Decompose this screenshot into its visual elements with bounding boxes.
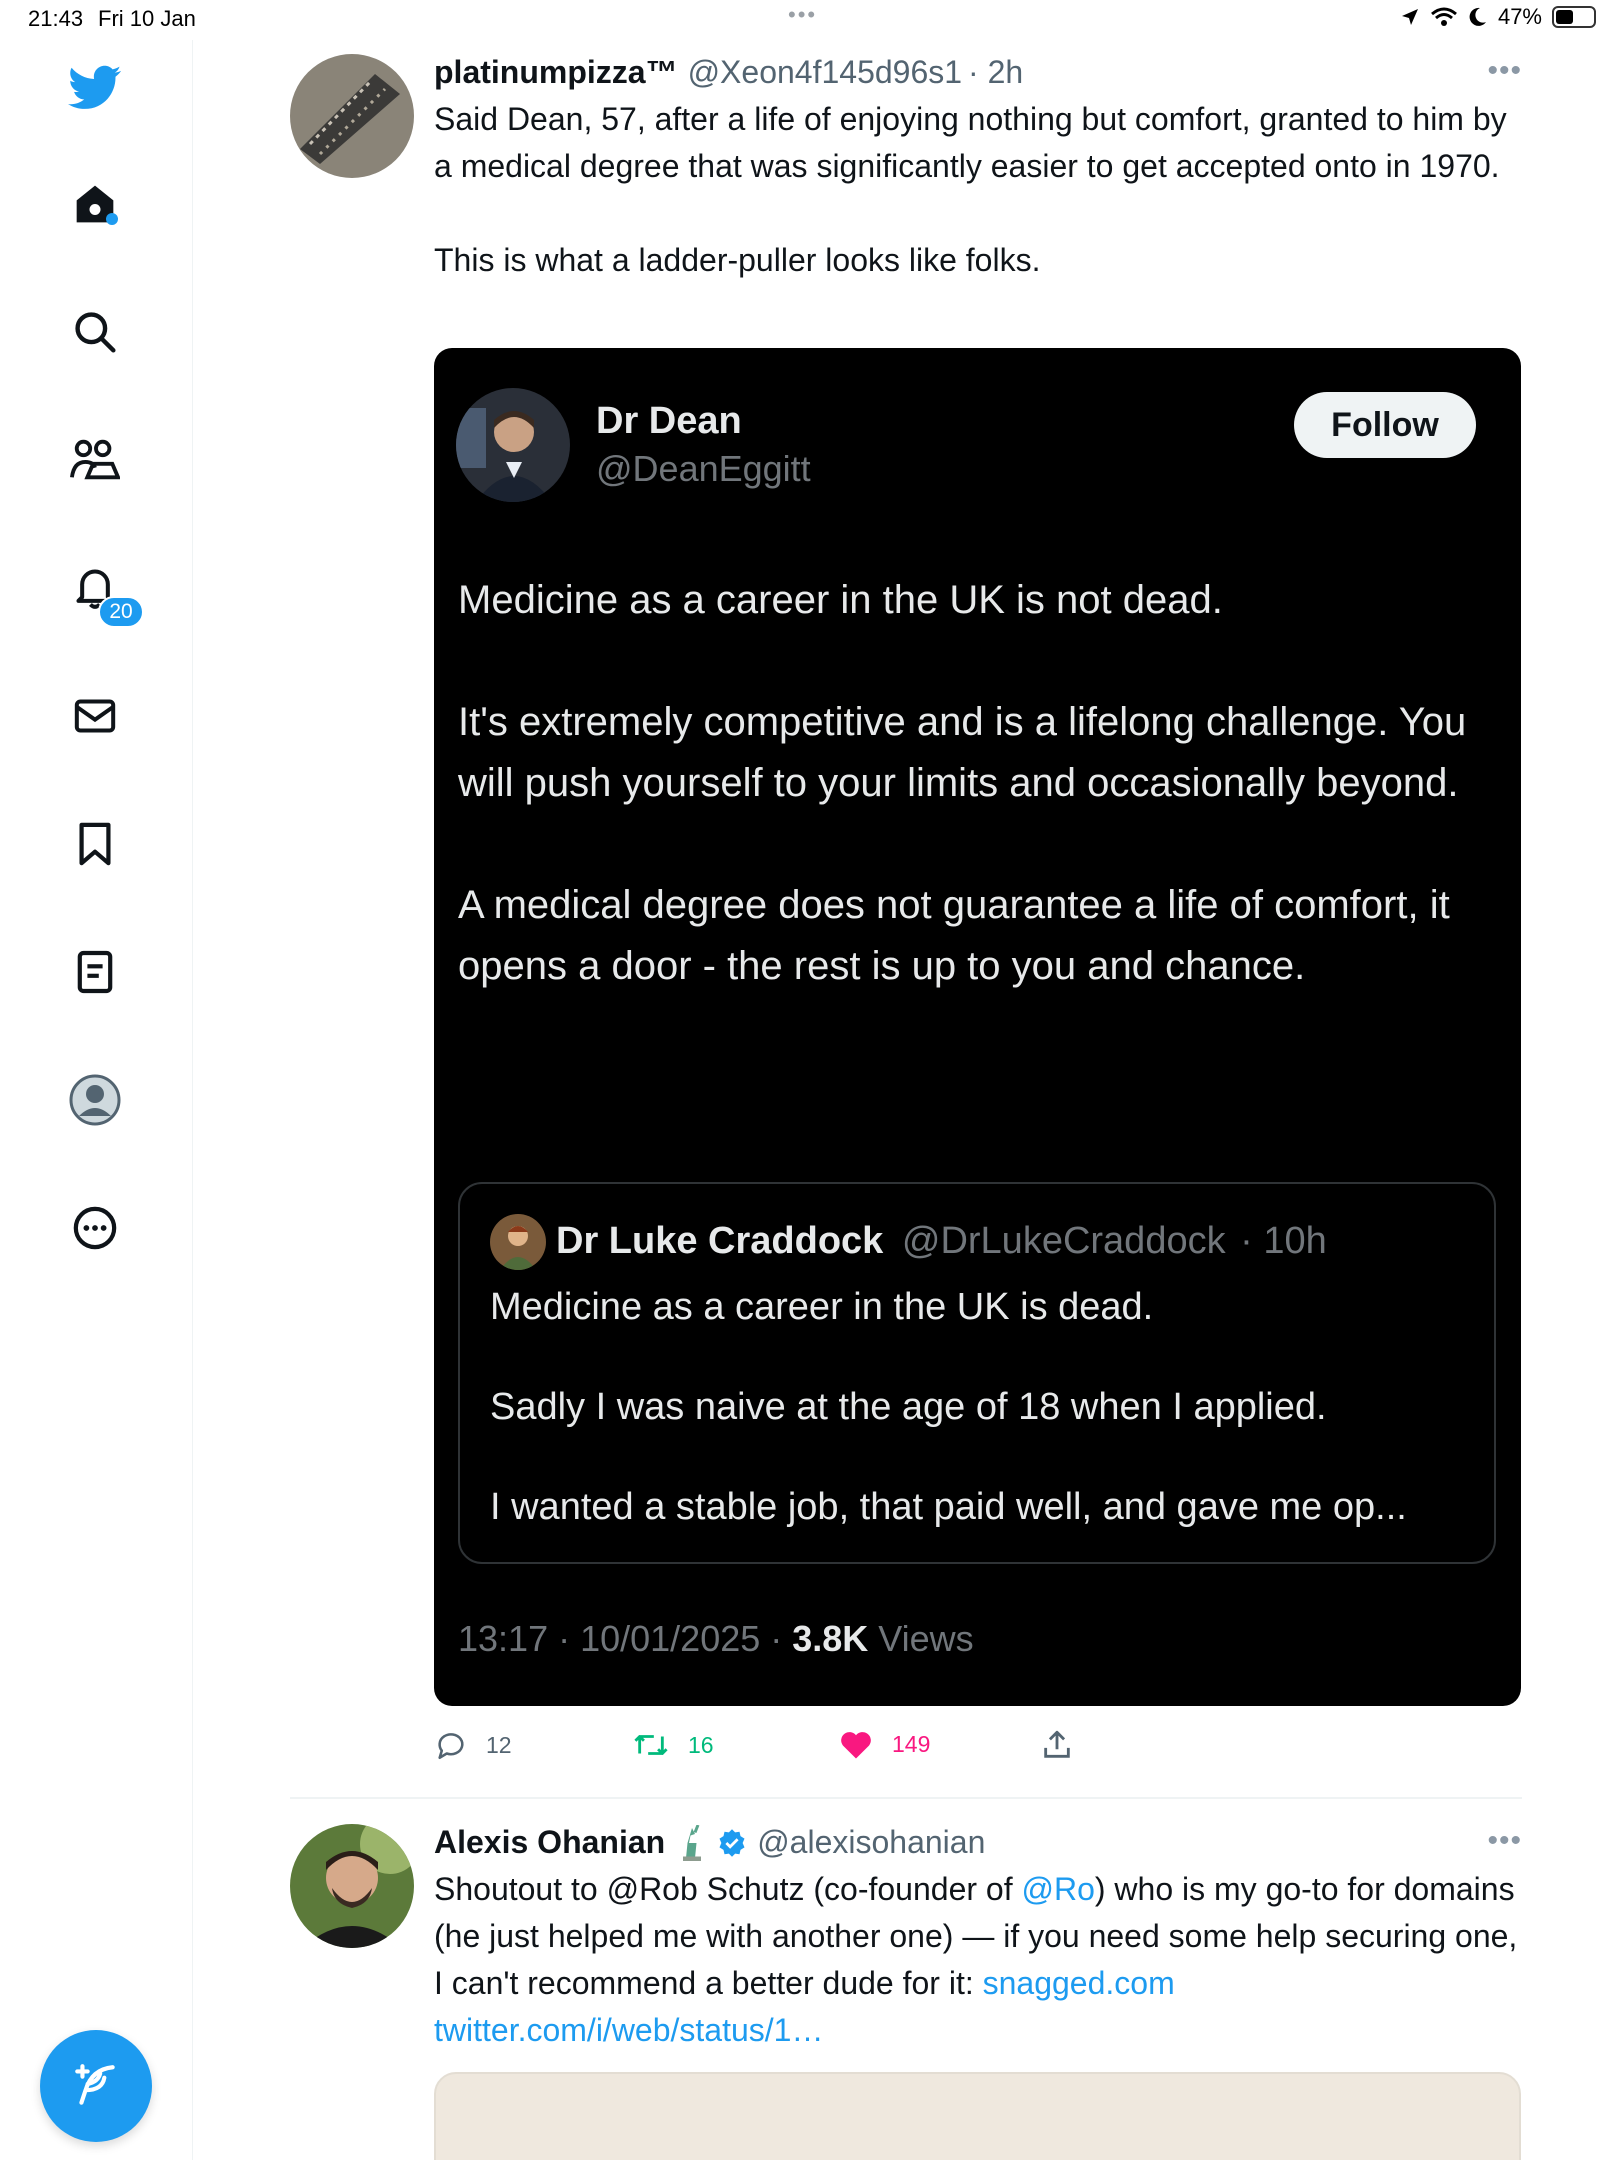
follow-button: Follow bbox=[1294, 392, 1476, 458]
author-name[interactable]: Alexis Ohanian bbox=[434, 1824, 665, 1861]
embedded-author-name: Dr Dean bbox=[596, 400, 742, 442]
wifi-icon bbox=[1430, 7, 1457, 26]
reply-button[interactable]: 12 bbox=[434, 1728, 512, 1762]
retweet-icon bbox=[634, 1735, 668, 1755]
tweet-actions: 12 16 149 bbox=[434, 1728, 1194, 1768]
search-icon[interactable] bbox=[65, 302, 125, 362]
status-time: 21:43 bbox=[28, 6, 84, 31]
views-label: Views bbox=[868, 1618, 974, 1659]
domain-link[interactable]: snagged.com bbox=[983, 1965, 1175, 2001]
quoted-tweet-time: · 10h bbox=[1240, 1220, 1327, 1262]
avatar[interactable] bbox=[290, 1824, 414, 1948]
tweet-divider bbox=[290, 1797, 1522, 1799]
home-icon[interactable] bbox=[65, 174, 125, 234]
author-handle[interactable]: @alexisohanian bbox=[757, 1824, 985, 1861]
share-icon bbox=[1044, 1730, 1070, 1758]
more-icon[interactable] bbox=[65, 1198, 125, 1258]
multitasking-dots-icon[interactable]: ••• bbox=[788, 2, 817, 28]
author-name[interactable]: platinumpizza™ bbox=[434, 54, 678, 91]
avatar[interactable] bbox=[290, 54, 414, 178]
mention-link[interactable]: @Ro bbox=[1021, 1871, 1094, 1907]
status-bar: 21:43 Fri 10 Jan ••• 47% bbox=[0, 0, 1620, 40]
reply-count: 12 bbox=[486, 1731, 512, 1758]
quoted-author-name: Dr Luke Craddock bbox=[556, 1220, 884, 1262]
location-icon bbox=[1401, 9, 1418, 25]
share-button[interactable] bbox=[1040, 1728, 1074, 1762]
tweet-text: Shoutout to @Rob Schutz (co-founder of @… bbox=[434, 1866, 1522, 2054]
embedded-tweet-meta: 13:17 · 10/01/2025 · 3.8K Views bbox=[458, 1618, 974, 1660]
messages-icon[interactable] bbox=[65, 686, 125, 746]
battery-percent: 47% bbox=[1497, 4, 1542, 29]
tweet-image[interactable]: Dr Dean @DeanEggitt Follow Medicine as a… bbox=[434, 348, 1521, 1706]
battery-icon bbox=[1552, 6, 1596, 28]
retweet-count: 16 bbox=[688, 1731, 714, 1758]
tweet-text: Said Dean, 57, after a life of enjoying … bbox=[434, 101, 1507, 278]
more-options-icon[interactable]: ••• bbox=[1487, 1824, 1522, 1858]
sidebar: 20 bbox=[0, 40, 193, 2160]
link-card-preview[interactable] bbox=[434, 2072, 1521, 2160]
tweet-time[interactable]: · 2h bbox=[968, 54, 1023, 91]
compose-tweet-button[interactable] bbox=[40, 2030, 152, 2142]
reply-icon bbox=[438, 1733, 464, 1760]
unread-dot bbox=[106, 213, 118, 225]
lists-icon[interactable] bbox=[65, 942, 125, 1002]
quoted-avatar bbox=[490, 1214, 546, 1270]
statue-of-liberty-icon bbox=[683, 1824, 702, 1861]
compose-icon bbox=[75, 2064, 115, 2105]
verified-badge-icon bbox=[719, 1828, 745, 1857]
communities-icon[interactable] bbox=[65, 430, 125, 490]
profile-icon[interactable] bbox=[65, 1070, 125, 1130]
embedded-author-handle: @DeanEggitt bbox=[596, 448, 811, 489]
notification-badge: 20 bbox=[98, 596, 144, 628]
quoted-author-handle: @DrLukeCraddock bbox=[901, 1220, 1226, 1262]
author-handle[interactable]: @Xeon4f145d96s1 bbox=[688, 54, 962, 91]
moon-icon bbox=[1469, 7, 1486, 26]
like-button[interactable]: 149 bbox=[838, 1728, 930, 1760]
embedded-tweet-timestamp: 13:17 · 10/01/2025 · bbox=[458, 1618, 793, 1659]
views-count: 3.8K bbox=[792, 1618, 869, 1659]
embedded-avatar bbox=[456, 388, 570, 502]
embedded-tweet-text: Medicine as a career in the UK is not de… bbox=[458, 578, 1467, 988]
heart-icon bbox=[841, 1732, 871, 1759]
status-link[interactable]: twitter.com/i/web/status/1… bbox=[434, 2012, 823, 2048]
status-date: Fri 10 Jan bbox=[98, 6, 196, 31]
tweet-text-part: Shoutout to @Rob Schutz (co-founder of bbox=[434, 1871, 1022, 1907]
quoted-tweet-text: Medicine as a career in the UK is dead. … bbox=[490, 1286, 1407, 1528]
quoted-tweet: Dr Luke Craddock @DrLukeCraddock · 10h M… bbox=[458, 1182, 1496, 1564]
like-count: 149 bbox=[892, 1730, 931, 1757]
twitter-bird-icon[interactable] bbox=[65, 58, 125, 118]
bookmarks-icon[interactable] bbox=[65, 814, 125, 874]
more-options-icon[interactable]: ••• bbox=[1487, 54, 1522, 88]
retweet-button[interactable]: 16 bbox=[632, 1728, 714, 1762]
